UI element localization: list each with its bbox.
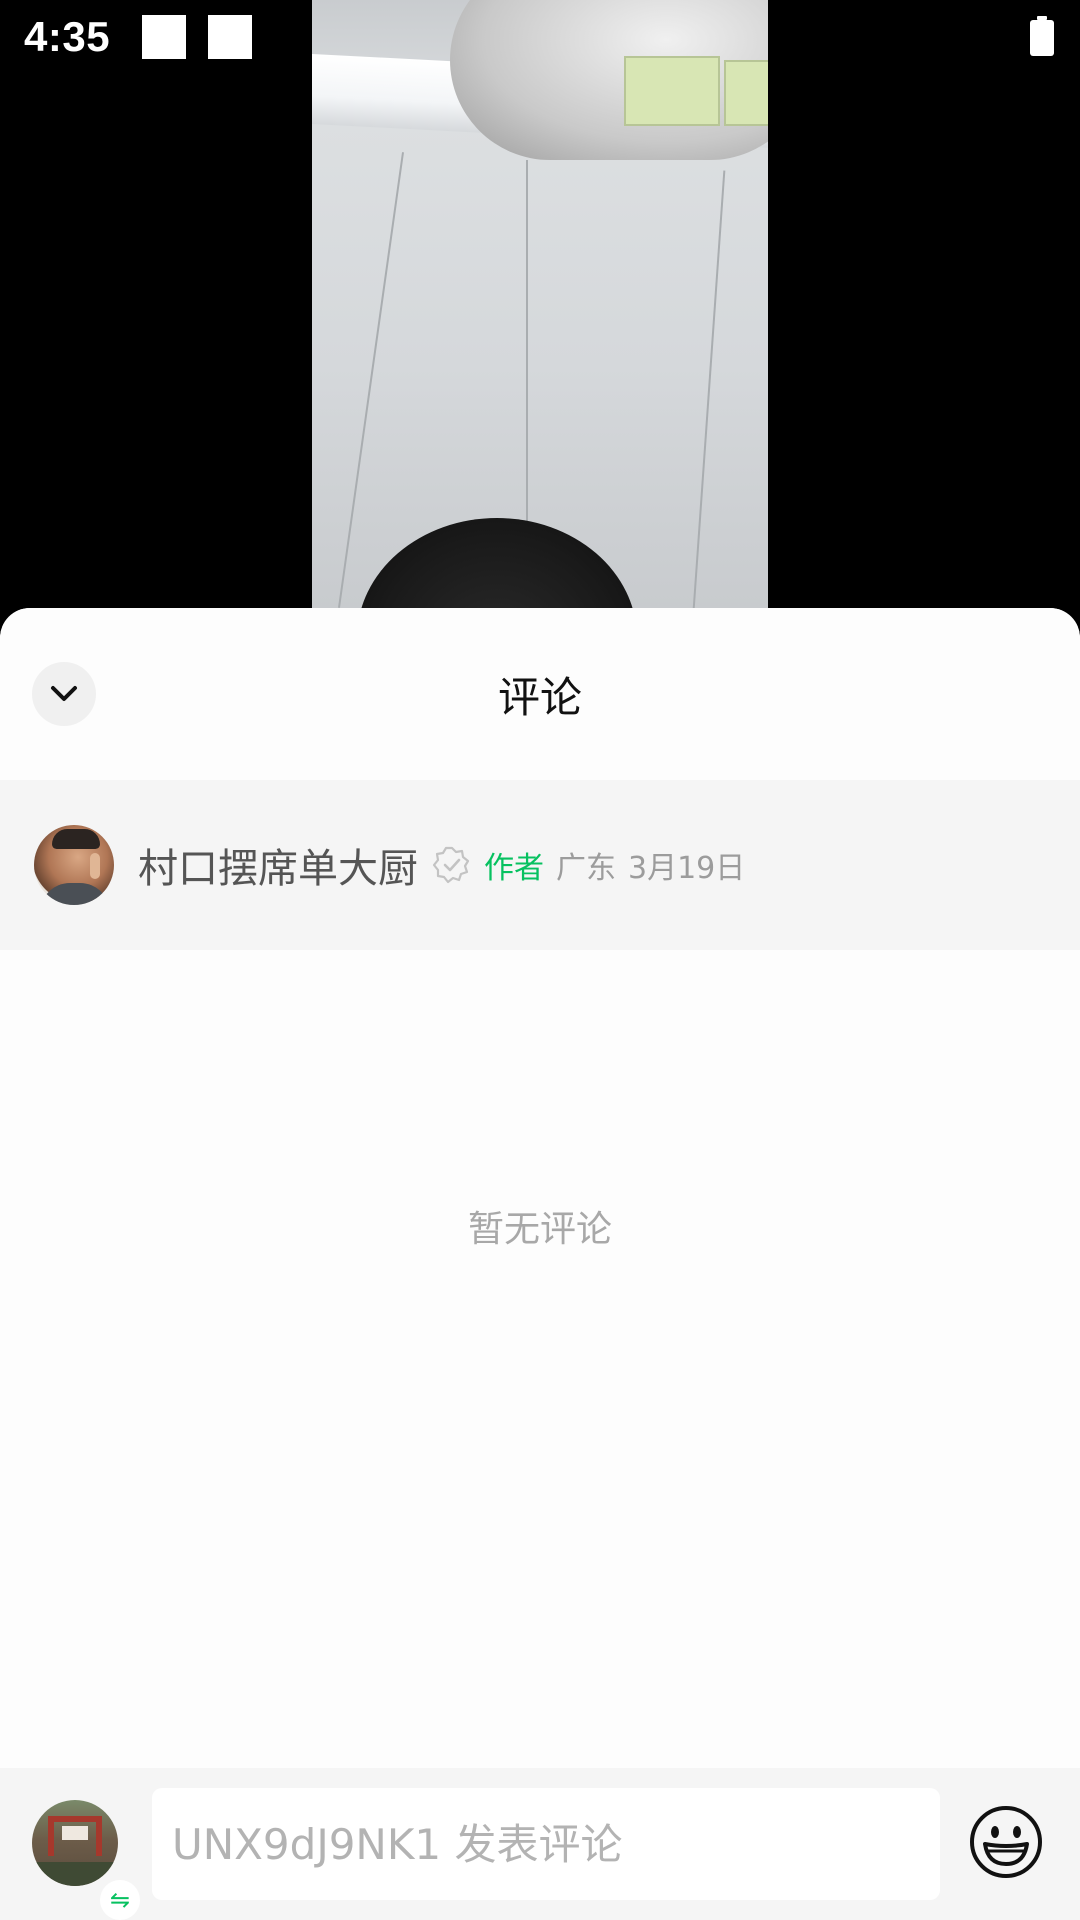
wall-seam — [692, 170, 726, 610]
person-head — [357, 518, 637, 610]
switch-account-icon[interactable]: ⇋ — [100, 1880, 140, 1920]
author-avatar[interactable] — [34, 825, 114, 905]
video-background[interactable] — [312, 0, 768, 610]
author-tag: 作者 — [484, 851, 544, 886]
empty-comments-text: 暂无评论 — [467, 1209, 612, 1250]
screen: 4:35 评论 村口摆席单大厨 作者 广东 3月19日 暂无评论 ⇋ UNX9d… — [0, 0, 1080, 1920]
status-bar: 4:35 — [0, 0, 1080, 74]
notification-icon — [142, 15, 187, 59]
comment-input[interactable] — [152, 1788, 940, 1900]
wall-seam — [337, 152, 405, 608]
battery-icon — [1030, 16, 1054, 56]
notification-icon — [208, 15, 253, 59]
comment-input-bar: ⇋ — [0, 1768, 1080, 1920]
sheet-header: 评论 — [0, 608, 1080, 780]
status-time: 4:35 — [24, 13, 111, 60]
verified-badge-icon — [432, 846, 470, 884]
emoji-icon[interactable] — [968, 1804, 1044, 1880]
author-row: 村口摆席单大厨 作者 广东 3月19日 — [0, 780, 1080, 950]
author-location: 广东 — [556, 851, 616, 886]
account-avatar[interactable] — [32, 1800, 118, 1886]
post-date: 3月19日 — [628, 851, 746, 886]
author-name[interactable]: 村口摆席单大厨 — [138, 836, 418, 894]
sheet-title: 评论 — [497, 673, 582, 722]
comments-sheet: 评论 村口摆席单大厨 作者 广东 3月19日 暂无评论 ⇋ — [0, 608, 1080, 1920]
